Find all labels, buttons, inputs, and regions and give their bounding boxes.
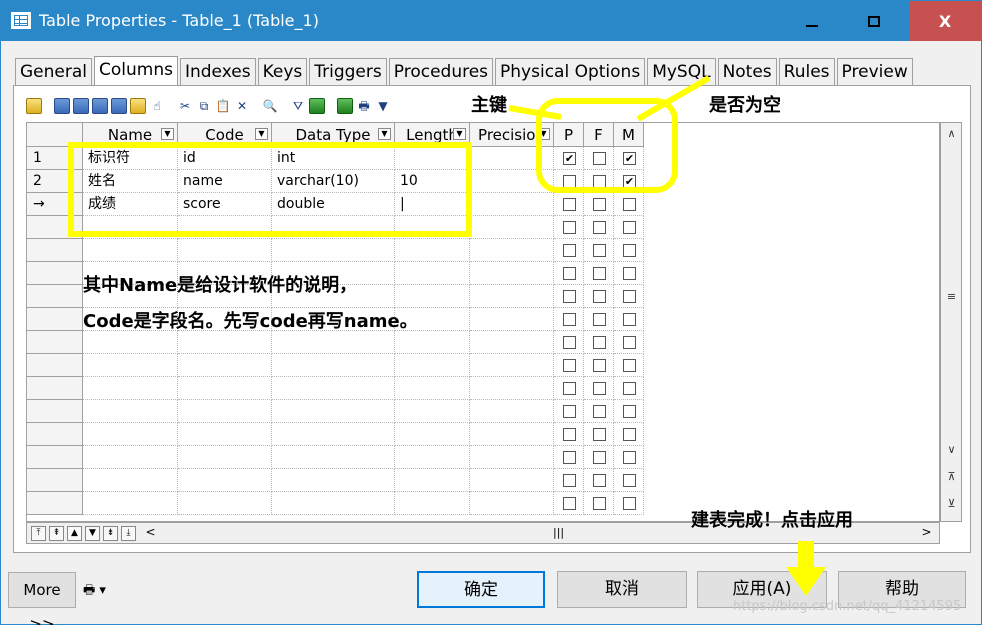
table-properties-window: Table Properties - Table_1 (Table_1) X G…: [0, 0, 982, 625]
annotation-note-line2: Code是字段名。先写code再写name。: [83, 311, 418, 332]
annotation-done: 建表完成！点击应用: [691, 510, 853, 531]
arrow-nullable: [636, 75, 711, 122]
annotation-nullable: 是否为空: [709, 95, 781, 116]
arrow-head-apply: [786, 567, 826, 596]
annotation-note-line1: 其中Name是给设计软件的说明，: [83, 275, 358, 296]
annotation-primary-key: 主键: [471, 95, 507, 116]
watermark: https://blog.csdn.net/qq_41214595: [733, 599, 962, 614]
arrow-primary-key: [508, 105, 562, 120]
